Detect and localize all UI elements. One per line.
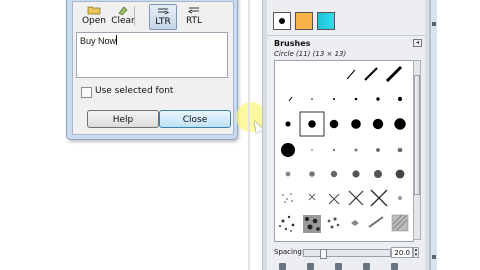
brush-stroke xyxy=(368,216,384,228)
help-button[interactable]: Help xyxy=(87,110,159,128)
brush-texture-2 xyxy=(327,217,340,229)
spacing-spinner[interactable]: ▴ ▾ xyxy=(413,247,419,258)
brush-line-1 xyxy=(346,69,356,80)
spacing-slider[interactable] xyxy=(303,249,391,259)
open-label: Open xyxy=(81,16,107,26)
brush-texture-1 xyxy=(303,215,321,233)
clear-label: Clear xyxy=(111,16,135,26)
brush-sparks xyxy=(279,215,295,232)
brush-diamond xyxy=(351,220,359,226)
brushes-dock-body: Brushes ◂ Circle (11) (13 × 13) Spacing:… xyxy=(267,0,425,270)
gradient-swatch[interactable] xyxy=(317,12,335,30)
toolbar-separator xyxy=(134,6,135,26)
close-button[interactable]: Close xyxy=(159,110,231,128)
right-dock-edge xyxy=(430,0,437,270)
brush-circle-05 xyxy=(376,97,380,101)
scrollbar-thumb[interactable] xyxy=(414,75,420,195)
dialog-toolbar: Open Clear LTR RTL xyxy=(73,2,233,30)
new-brush-icon[interactable] xyxy=(307,263,314,270)
dock-handle-icon xyxy=(432,22,436,26)
brush-soft-dot xyxy=(398,196,402,200)
brush-fuzzy-17 xyxy=(352,170,360,178)
brush-fuzzy-09 xyxy=(397,147,403,153)
brush-fuzzy-15 xyxy=(330,170,338,178)
text-editor-area[interactable]: Buy Now xyxy=(76,32,228,78)
brush-circle-11 xyxy=(308,120,316,128)
text-caret xyxy=(116,35,118,45)
delete-brush-icon[interactable] xyxy=(363,263,370,270)
panel-bottom-toolbar xyxy=(279,263,409,270)
spacing-value[interactable]: 20.0 xyxy=(391,247,413,258)
brush-circle-01 xyxy=(311,98,313,100)
brush-grid-scrollbar[interactable] xyxy=(413,60,421,240)
brush-circle-07 xyxy=(397,96,403,102)
brush-grid[interactable] xyxy=(274,60,414,242)
brush-circle-15 xyxy=(351,119,361,129)
dialog-body: Open Clear LTR RTL Buy Now Use selected … xyxy=(72,1,266,135)
brush-circle-09 xyxy=(285,121,291,127)
brush-fuzzy-21 xyxy=(395,169,405,179)
folder-icon xyxy=(87,6,101,15)
ltr-label: LTR xyxy=(155,17,171,27)
brush-line-2 xyxy=(364,67,378,81)
brushes-title: Brushes xyxy=(274,39,311,48)
brush-fuzzy-05 xyxy=(354,148,358,152)
brush-line-3 xyxy=(385,65,403,83)
use-selected-font-label: Use selected font xyxy=(95,86,174,96)
editor-text: Buy Now xyxy=(80,36,117,46)
rtl-button[interactable]: RTL xyxy=(181,4,207,28)
brush-fuzzy-07 xyxy=(376,148,380,152)
spacing-label: Spacing: xyxy=(274,248,305,256)
spacing-slider-knob[interactable] xyxy=(320,249,327,259)
pattern-swatch[interactable] xyxy=(295,12,313,30)
duplicate-brush-icon[interactable] xyxy=(335,263,342,270)
brush-fuzzy-13 xyxy=(309,171,315,177)
brush-line-4 xyxy=(288,96,293,102)
use-selected-font-checkbox[interactable] xyxy=(81,87,92,98)
text-rtl-icon xyxy=(187,7,199,14)
brushes-dock: Brushes ◂ Circle (11) (13 × 13) Spacing:… xyxy=(262,0,430,270)
brush-circle-19 xyxy=(394,118,406,130)
open-button[interactable]: Open xyxy=(81,4,107,28)
brush-fuzzy-11 xyxy=(285,171,291,177)
brush-swatch[interactable] xyxy=(273,12,291,30)
window-divider xyxy=(248,0,250,270)
refresh-brushes-icon[interactable] xyxy=(391,263,398,270)
clear-button[interactable]: Clear xyxy=(111,4,135,28)
brush-circle-large xyxy=(281,143,295,157)
dock-handle-icon-bottom xyxy=(432,255,436,259)
edit-brush-icon[interactable] xyxy=(279,263,286,270)
brush-circle-13 xyxy=(329,119,339,129)
text-editor-dialog: Open Clear LTR RTL Buy Now Use selected … xyxy=(66,0,266,140)
clear-icon xyxy=(118,6,128,15)
brush-info: Circle (11) (13 × 13) xyxy=(274,50,347,58)
brush-fuzzy-19 xyxy=(374,170,382,178)
panel-menu-icon[interactable]: ◂ xyxy=(413,39,422,47)
rtl-label: RTL xyxy=(185,16,203,26)
brush-circle-03 xyxy=(354,97,358,101)
brush-circle-17 xyxy=(372,118,384,130)
brush-fuzzy-03 xyxy=(332,148,336,152)
ltr-button[interactable]: LTR xyxy=(149,4,177,30)
brush-fuzzy-01 xyxy=(311,149,313,151)
text-ltr-icon xyxy=(158,8,170,15)
panel-divider xyxy=(267,35,425,36)
brush-scatter-1 xyxy=(282,193,293,203)
brush-thumbnails xyxy=(279,65,409,233)
brush-circle-02 xyxy=(333,98,335,100)
